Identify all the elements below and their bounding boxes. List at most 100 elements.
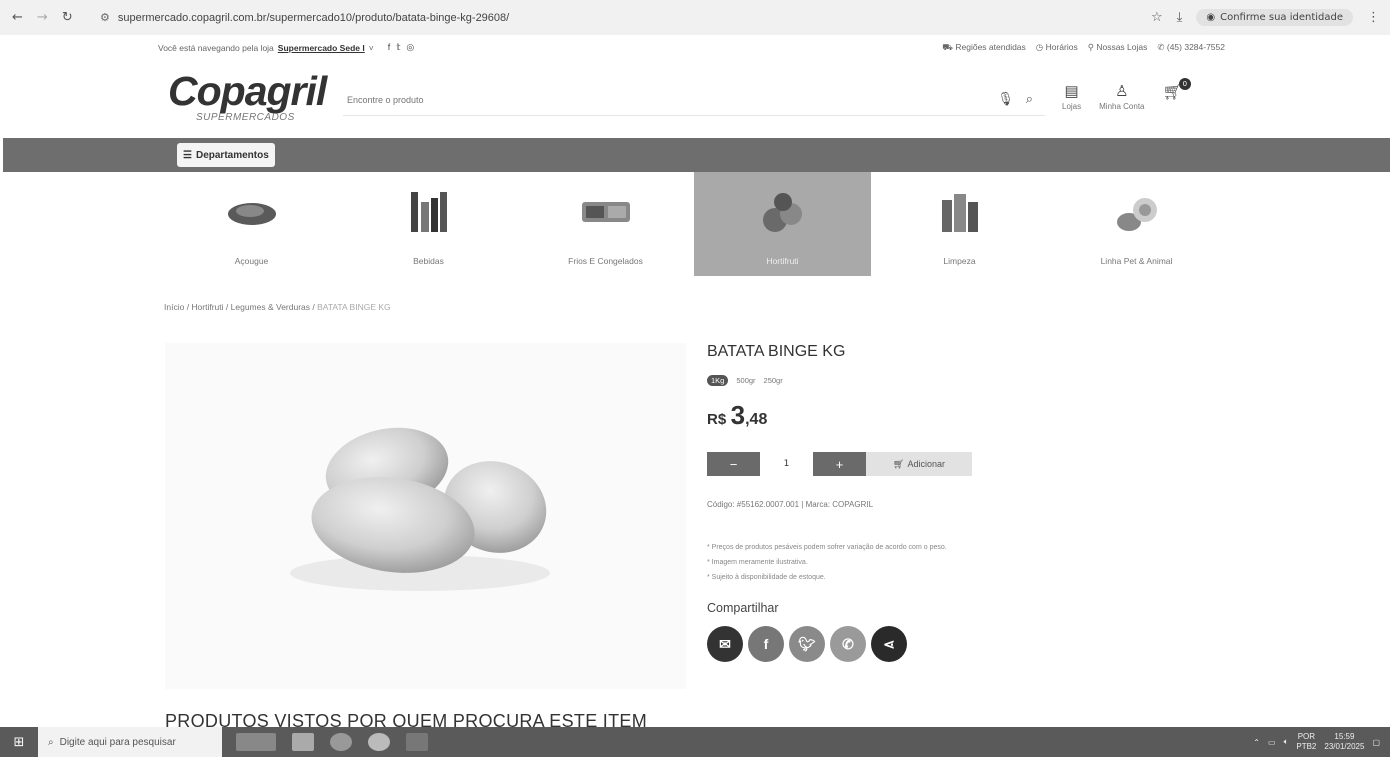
share-email-button[interactable]: ✉ bbox=[707, 626, 743, 662]
share-more-button[interactable]: ⋖ bbox=[871, 626, 907, 662]
variant-option-selected[interactable]: 1Kg bbox=[707, 375, 729, 386]
quantity-stepper: − 1 + 🛒︎ Adicionar bbox=[707, 452, 972, 476]
microphone-icon[interactable]: 🎙 bbox=[997, 92, 1014, 107]
clock-date: 23/01/2025 bbox=[1324, 742, 1365, 751]
truck-icon: ⛟ bbox=[942, 42, 953, 52]
stores-button[interactable]: ▤ Lojas bbox=[1062, 82, 1081, 111]
note-line: * Sujeito à disponibilidade de estoque. bbox=[707, 574, 826, 581]
instagram-icon[interactable]: ◎ bbox=[406, 42, 414, 53]
product-price: R$ 3,48 bbox=[707, 400, 767, 431]
category-pet[interactable]: Linha Pet & Animal bbox=[1048, 172, 1225, 276]
browser-icon[interactable] bbox=[368, 733, 390, 751]
bookmark-star-icon[interactable]: ☆ bbox=[1151, 10, 1163, 25]
identity-button[interactable]: ◉ Confirme sua identidade bbox=[1196, 9, 1353, 26]
top-links: ⛟ Regiões atendidas ◷ Horários ⚲ Nossas … bbox=[942, 42, 1225, 54]
share-icon: ⋖ bbox=[883, 635, 895, 652]
phone-label: (45) 3284-7552 bbox=[1166, 42, 1225, 52]
meat-icon bbox=[227, 203, 276, 225]
breadcrumb-legumes[interactable]: Legumes & Verduras bbox=[231, 302, 310, 312]
store-prefix: Você está navegando pela loja bbox=[158, 42, 274, 53]
cleaning-products-icon bbox=[941, 194, 978, 232]
browser-nav: ← → ↻ bbox=[0, 10, 100, 25]
stores-button-label: Lojas bbox=[1062, 102, 1082, 111]
note-line: * Preços de produtos pesáveis podem sofr… bbox=[707, 544, 947, 551]
facebook-icon[interactable]: f bbox=[388, 42, 391, 53]
address-bar[interactable]: ⚙ supermercado.copagril.com.br/supermerc… bbox=[100, 6, 1100, 30]
download-icon[interactable]: ⤓ bbox=[1177, 10, 1183, 25]
facebook-icon: f bbox=[763, 636, 769, 652]
user-icon: ♙ bbox=[1115, 83, 1129, 100]
os-taskbar: ⊞ ⌕ Digite aqui para pesquisar ⌃ ▭ 🔈︎ PO… bbox=[0, 727, 1390, 757]
share-whatsapp-button[interactable]: ✆ bbox=[830, 626, 866, 662]
product-image[interactable] bbox=[165, 343, 686, 689]
category-label: Bebidas bbox=[413, 256, 444, 266]
chevron-up-icon[interactable]: ⌃ bbox=[1253, 738, 1260, 747]
word-icon[interactable] bbox=[406, 733, 428, 751]
reload-icon[interactable]: ↻ bbox=[62, 10, 73, 25]
hours-link[interactable]: ◷ Horários bbox=[1036, 42, 1078, 54]
category-hortifruti[interactable]: Hortifruti bbox=[694, 172, 871, 276]
app-icon[interactable] bbox=[330, 733, 352, 751]
search-icon[interactable]: ⌕ bbox=[1026, 92, 1033, 107]
clock[interactable]: 15:59 23/01/2025 bbox=[1324, 732, 1364, 752]
share-twitter-button[interactable]: 🐦︎ bbox=[789, 626, 825, 662]
menu-kebab-icon[interactable]: ⋮ bbox=[1367, 10, 1380, 25]
category-label: Frios E Congelados bbox=[568, 256, 643, 266]
taskbar-search-label: Digite aqui para pesquisar bbox=[59, 736, 176, 748]
category-bebidas[interactable]: Bebidas bbox=[340, 172, 517, 276]
category-frios[interactable]: Frios E Congelados bbox=[517, 172, 694, 276]
windows-start-icon[interactable]: ⊞ bbox=[0, 727, 38, 757]
category-limpeza[interactable]: Limpeza bbox=[871, 172, 1048, 276]
variant-option[interactable]: 250gr bbox=[764, 376, 783, 385]
product-notes: * Preços de produtos pesáveis podem sofr… bbox=[707, 540, 947, 585]
chevron-down-icon[interactable]: ˅ bbox=[369, 43, 374, 53]
volume-icon[interactable]: 🔈︎ bbox=[1284, 737, 1289, 747]
store-link[interactable]: Supermercado Sede I bbox=[278, 43, 365, 53]
breadcrumb-hortifruti[interactable]: Hortifruti bbox=[191, 302, 223, 312]
produce-icon bbox=[762, 193, 802, 232]
back-icon[interactable]: ← bbox=[12, 10, 23, 25]
site-info-icon[interactable]: ⚙ bbox=[100, 11, 110, 24]
breadcrumb-home[interactable]: Início bbox=[164, 302, 184, 312]
account-button[interactable]: ♙ Minha Conta bbox=[1099, 82, 1144, 111]
cart-count-badge: 0 bbox=[1178, 78, 1191, 90]
logo-name: Copagril bbox=[168, 68, 327, 114]
share-facebook-button[interactable]: f bbox=[748, 626, 784, 662]
variant-selector: 1Kg 500gr 250gr bbox=[707, 375, 783, 386]
notification-icon[interactable]: ▢ bbox=[1372, 738, 1380, 747]
system-tray: ⌃ ▭ 🔈︎ POR PTB2 15:59 23/01/2025 ▢ bbox=[1253, 732, 1390, 752]
share-title: Compartilhar bbox=[707, 601, 779, 615]
quantity-value[interactable]: 1 bbox=[760, 452, 813, 476]
file-explorer-icon[interactable] bbox=[292, 733, 314, 751]
pin-icon: ⚲ bbox=[1087, 42, 1094, 52]
category-label: Açougue bbox=[234, 256, 269, 266]
twitter-icon[interactable]: 𝕥 bbox=[396, 42, 400, 53]
note-line: * Imagem meramente ilustrativa. bbox=[707, 559, 808, 566]
clock-icon: ◷ bbox=[1035, 42, 1044, 52]
cart-button[interactable]: 🛒︎ 0 bbox=[1162, 78, 1191, 101]
increase-quantity-button[interactable]: + bbox=[813, 452, 866, 476]
forward-icon[interactable]: → bbox=[37, 10, 48, 25]
search-icon: ⌕ bbox=[48, 736, 54, 748]
search-input[interactable] bbox=[343, 94, 998, 105]
departments-button[interactable]: ☰ Departamentos bbox=[177, 143, 275, 167]
stores-link[interactable]: ⚲ Nossas Lojas bbox=[1088, 42, 1148, 54]
language-indicator[interactable]: POR PTB2 bbox=[1296, 732, 1316, 752]
widgets-icon[interactable] bbox=[236, 733, 276, 751]
profile-icon: ◉ bbox=[1206, 12, 1216, 23]
phone-link[interactable]: ✆ (45) 3284-7552 bbox=[1157, 42, 1225, 54]
taskbar-search[interactable]: ⌕ Digite aqui para pesquisar bbox=[38, 727, 222, 757]
identity-label: Confirme sua identidade bbox=[1220, 12, 1343, 23]
pet-icon bbox=[1116, 198, 1157, 231]
header-actions: ▤ Lojas ♙ Minha Conta 🛒︎ 0 bbox=[1062, 78, 1191, 111]
category-acougue[interactable]: Açougue bbox=[163, 172, 340, 276]
decrease-quantity-button[interactable]: − bbox=[707, 452, 760, 476]
variant-option[interactable]: 500gr bbox=[736, 376, 755, 385]
network-icon[interactable]: ▭ bbox=[1268, 738, 1276, 747]
regions-link[interactable]: ⛟ Regiões atendidas bbox=[942, 42, 1026, 54]
search-bar: 🎙 ⌕ bbox=[343, 84, 1045, 116]
logo[interactable]: Copagril SUPERMERCADOS bbox=[168, 68, 327, 123]
info-topbar: Você está navegando pela loja Supermerca… bbox=[0, 38, 1390, 56]
phone-icon: ✆ bbox=[1157, 42, 1165, 52]
add-to-cart-button[interactable]: 🛒︎ Adicionar bbox=[866, 452, 972, 476]
